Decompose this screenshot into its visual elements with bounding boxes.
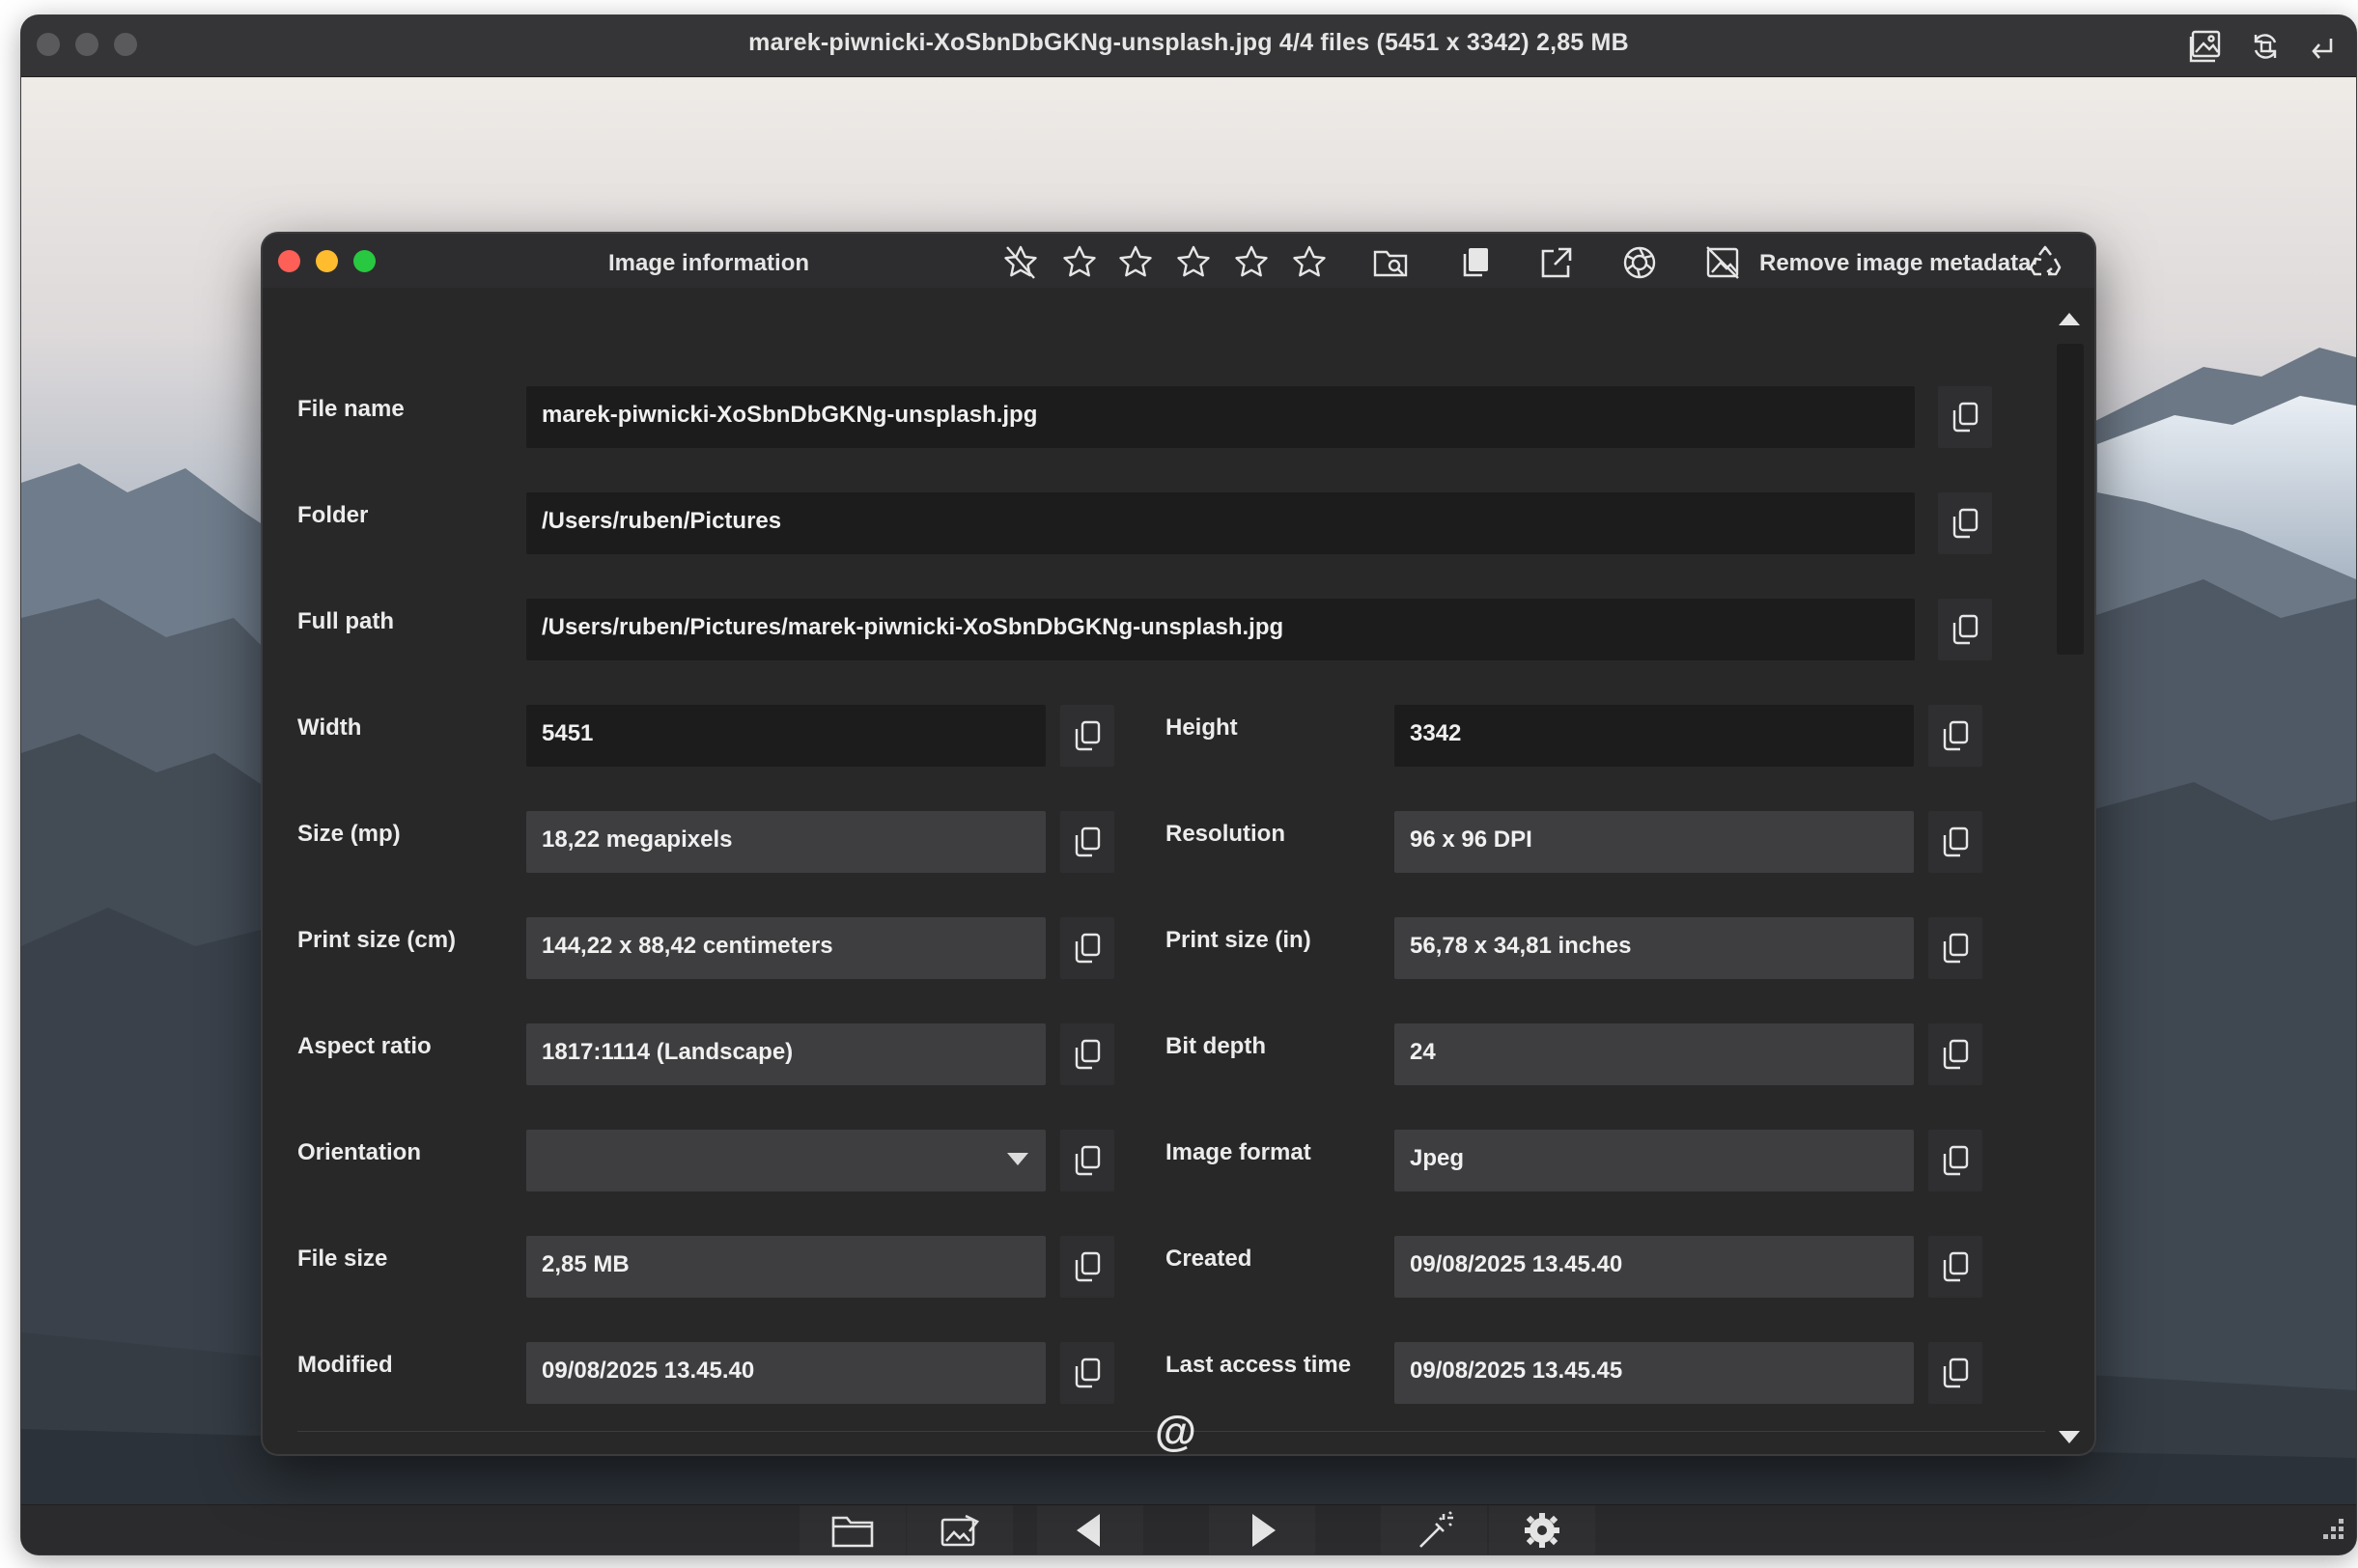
bit-depth-field: 24 [1394,1023,1914,1085]
last-access-time-field: 09/08/2025 13.45.45 [1394,1342,1914,1404]
copy-icon[interactable] [1928,917,1982,979]
at-sign-icon[interactable]: @ [1155,1408,1196,1454]
dialog-minimize-button[interactable] [316,250,338,272]
remove-metadata-icon[interactable] [1703,243,1742,282]
dialog-close-button[interactable] [278,250,300,272]
modified-field: 09/08/2025 13.45.40 [526,1342,1046,1404]
file-name-field[interactable]: marek-piwnicki-XoSbnDbGKNg-unsplash.jpg [526,386,1915,448]
scrollbar-thumb[interactable] [2057,344,2084,655]
gallery-icon[interactable] [2188,29,2223,64]
image-information-dialog: Image information Remove image metadata … [263,234,2094,1454]
copy-file-icon[interactable] [1456,243,1495,282]
orientation-label: Orientation [297,1139,422,1165]
width-field[interactable]: 5451 [526,705,1046,767]
dialog-title: Image information [608,250,810,276]
resize-grip-icon[interactable] [2321,1517,2346,1542]
file-name-label: File name [297,396,405,422]
chevron-down-icon [1007,1153,1028,1165]
resolution-field: 96 x 96 DPI [1394,811,1914,873]
modified-label: Modified [297,1352,393,1378]
star-icon[interactable] [1290,243,1329,282]
copy-icon[interactable] [1060,1130,1114,1191]
return-icon[interactable] [2306,29,2341,64]
aperture-icon[interactable] [1620,243,1659,282]
star-icon[interactable] [1116,243,1155,282]
copy-icon[interactable] [1060,1023,1114,1085]
print-size-cm-field: 144,22 x 88,42 centimeters [526,917,1046,979]
next-icon[interactable] [1209,1505,1315,1554]
resolution-label: Resolution [1165,821,1285,847]
viewer-title: marek-piwnicki-XoSbnDbGKNg-unsplash.jpg … [748,29,1629,56]
folder-field[interactable]: /Users/ruben/Pictures [526,492,1915,554]
width-label: Width [297,714,362,741]
print-size-cm-label: Print size (cm) [297,927,457,953]
dialog-zoom-button[interactable] [353,250,376,272]
copy-icon[interactable] [1938,386,1992,448]
star-icon[interactable] [1174,243,1213,282]
previous-icon[interactable] [1037,1505,1143,1554]
copy-icon[interactable] [1938,492,1992,554]
created-field: 09/08/2025 13.45.40 [1394,1236,1914,1298]
copy-icon[interactable] [1928,1130,1982,1191]
bit-depth-label: Bit depth [1165,1033,1266,1059]
size-mp-field: 18,22 megapixels [526,811,1046,873]
print-size-in-field: 56,78 x 34,81 inches [1394,917,1914,979]
full-path-label: Full path [297,608,394,634]
folder-open-icon[interactable] [800,1505,906,1554]
scroll-down-arrow-icon[interactable] [2059,1431,2080,1443]
aspect-ratio-label: Aspect ratio [297,1033,432,1059]
magic-wand-icon[interactable] [1381,1505,1487,1554]
aspect-ratio-field: 1817:1114 (Landscape) [526,1023,1046,1085]
image-format-label: Image format [1165,1139,1311,1165]
bottom-toolbar [21,1504,2356,1554]
clear-rating-icon[interactable] [1001,243,1040,282]
scroll-up-arrow-icon[interactable] [2059,313,2080,325]
full-path-field[interactable]: /Users/ruben/Pictures/marek-piwnicki-XoS… [526,599,1915,660]
print-size-in-label: Print size (in) [1165,927,1311,953]
copy-icon[interactable] [1060,1236,1114,1298]
file-size-field: 2,85 MB [526,1236,1046,1298]
size-mp-label: Size (mp) [297,821,401,847]
copy-icon[interactable] [1928,811,1982,873]
copy-icon[interactable] [1060,1342,1114,1404]
open-with-icon[interactable] [1537,243,1576,282]
created-label: Created [1165,1246,1252,1272]
info-content: File name marek-piwnicki-XoSbnDbGKNg-uns… [263,288,2068,1454]
copy-icon[interactable] [1060,917,1114,979]
copy-icon[interactable] [1928,1342,1982,1404]
rotate-icon[interactable] [2248,29,2283,64]
settings-gear-icon[interactable] [1489,1505,1595,1554]
image-format-field: Jpeg [1394,1130,1914,1191]
copy-icon[interactable] [1938,599,1992,660]
viewer-titlebar: marek-piwnicki-XoSbnDbGKNg-unsplash.jpg … [21,15,2356,77]
height-label: Height [1165,714,1238,741]
last-access-time-label: Last access time [1165,1352,1352,1378]
copy-icon[interactable] [1928,1236,1982,1298]
remove-metadata-label[interactable]: Remove image metadata [1759,250,2031,277]
copy-icon[interactable] [1928,1023,1982,1085]
show-in-folder-icon[interactable] [1371,243,1410,282]
image-viewer-window: marek-piwnicki-XoSbnDbGKNg-unsplash.jpg … [21,15,2356,1554]
dialog-titlebar: Image information Remove image metadata [263,234,2094,288]
copy-icon[interactable] [1060,705,1114,767]
orientation-select[interactable] [526,1130,1046,1191]
edit-image-icon[interactable] [907,1505,1013,1554]
copy-icon[interactable] [1060,811,1114,873]
folder-label: Folder [297,502,369,528]
file-size-label: File size [297,1246,388,1272]
star-icon[interactable] [1060,243,1099,282]
recycle-icon[interactable] [2026,243,2064,282]
copy-icon[interactable] [1928,705,1982,767]
height-field[interactable]: 3342 [1394,705,1914,767]
star-icon[interactable] [1232,243,1271,282]
